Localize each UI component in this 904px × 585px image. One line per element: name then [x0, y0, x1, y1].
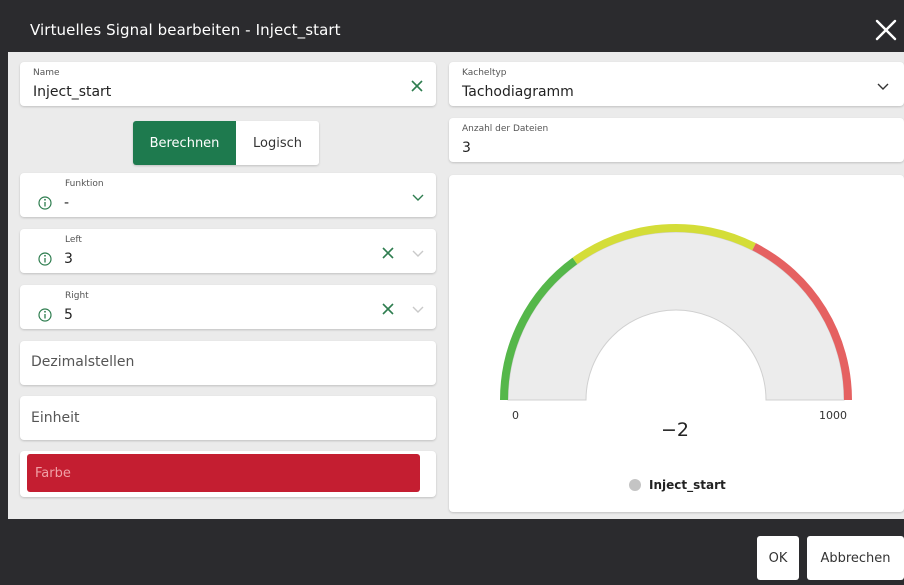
gauge-max-label: 1000 — [819, 409, 847, 422]
function-label: Funktion — [65, 179, 104, 189]
function-value: - — [64, 195, 70, 211]
info-icon[interactable] — [38, 308, 52, 322]
unit-field[interactable]: Einheit — [20, 396, 436, 440]
right-label: Right — [65, 291, 89, 301]
gauge-legend-item[interactable]: Inject_start — [629, 478, 726, 492]
dialog-content: Name Inject_start Kacheltyp Tachodiagram… — [8, 52, 904, 519]
file-count-value: 3 — [462, 140, 471, 156]
dialog-titlebar: Virtuelles Signal bearbeiten - Inject_st… — [8, 8, 904, 52]
gauge-track — [507, 231, 845, 401]
tile-type-value: Tachodiagramm — [462, 84, 574, 100]
gauge-value: −2 — [660, 419, 689, 441]
right-operand-field[interactable]: Right 5 — [20, 285, 436, 329]
tile-type-label: Kacheltyp — [462, 68, 507, 78]
tile-type-select[interactable]: Kacheltyp Tachodiagramm — [449, 62, 904, 106]
cancel-button[interactable]: Abbrechen — [807, 536, 904, 580]
left-label: Left — [65, 235, 82, 245]
file-count-label: Anzahl der Dateien — [462, 124, 549, 134]
dialog-title: Virtuelles Signal bearbeiten - Inject_st… — [30, 21, 341, 39]
gauge-preview: 0 1000 −2 Inject_start — [449, 175, 904, 512]
info-icon[interactable] — [38, 196, 52, 210]
color-label: Farbe — [35, 466, 71, 481]
color-field: Farbe — [20, 451, 436, 497]
ok-button[interactable]: OK — [757, 536, 799, 580]
dialog-footer: OK Abbrechen — [8, 519, 904, 585]
info-icon[interactable] — [38, 252, 52, 266]
gauge-min-label: 0 — [512, 409, 519, 422]
name-label: Name — [33, 68, 60, 78]
clear-icon[interactable] — [380, 301, 396, 317]
function-select[interactable]: Funktion - — [20, 173, 436, 217]
clear-icon[interactable] — [380, 245, 396, 261]
chevron-down-icon[interactable] — [411, 193, 425, 203]
chevron-down-icon[interactable] — [411, 249, 425, 259]
unit-placeholder: Einheit — [31, 410, 80, 426]
mode-toggle: Berechnen Logisch — [133, 121, 319, 165]
file-count-field[interactable]: Anzahl der Dateien 3 — [449, 118, 904, 162]
tab-logisch[interactable]: Logisch — [236, 121, 319, 165]
name-field[interactable]: Name Inject_start — [20, 62, 436, 106]
close-icon[interactable] — [872, 16, 900, 44]
left-value: 3 — [64, 251, 73, 267]
legend-marker — [629, 479, 641, 491]
decimals-placeholder: Dezimalstellen — [31, 354, 135, 370]
name-value: Inject_start — [33, 84, 112, 100]
legend-label: Inject_start — [649, 478, 726, 492]
gauge-chart — [500, 224, 852, 401]
chevron-down-icon[interactable] — [411, 305, 425, 315]
left-operand-field[interactable]: Left 3 — [20, 229, 436, 273]
clear-icon[interactable] — [409, 78, 425, 94]
right-value: 5 — [64, 307, 73, 323]
decimals-field[interactable]: Dezimalstellen — [20, 341, 436, 385]
chevron-down-icon[interactable] — [876, 82, 890, 92]
tab-berechnen[interactable]: Berechnen — [133, 121, 236, 165]
color-swatch[interactable]: Farbe — [27, 454, 420, 492]
